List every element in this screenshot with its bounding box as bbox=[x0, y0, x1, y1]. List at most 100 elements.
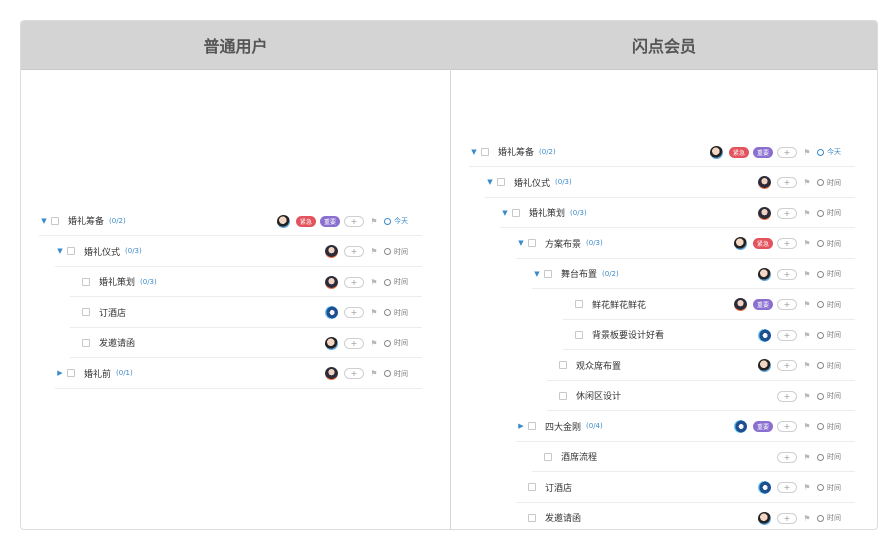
task-row[interactable]: 酒席流程 + ⚑ 时间 bbox=[532, 442, 855, 472]
add-tag-button[interactable]: + bbox=[344, 337, 364, 349]
task-checkbox[interactable] bbox=[528, 239, 536, 247]
assignee-avatar[interactable] bbox=[758, 511, 771, 525]
task-row[interactable]: ▼ 婚礼仪式 (0/3) + ⚑ 时间 bbox=[485, 168, 855, 198]
task-title[interactable]: 订酒店 bbox=[99, 306, 126, 319]
task-row[interactable]: 婚礼策划 (0/3) + ⚑ 时间 bbox=[70, 267, 422, 297]
task-checkbox[interactable] bbox=[82, 338, 90, 347]
task-checkbox[interactable] bbox=[559, 361, 567, 369]
task-title[interactable]: 四大金刚 bbox=[545, 420, 581, 433]
add-tag-button[interactable]: + bbox=[777, 421, 797, 432]
flag-icon[interactable]: ⚑ bbox=[370, 339, 378, 348]
add-tag-button[interactable]: + bbox=[344, 246, 364, 257]
due-date[interactable]: 时间 bbox=[384, 338, 422, 348]
due-date[interactable]: 时间 bbox=[384, 247, 422, 257]
flag-icon[interactable]: ⚑ bbox=[803, 422, 811, 431]
task-title[interactable]: 婚礼筹备 bbox=[68, 214, 104, 227]
task-title[interactable]: 婚礼策划 bbox=[529, 206, 565, 219]
assignee-avatar[interactable] bbox=[325, 336, 338, 350]
add-tag-button[interactable]: + bbox=[777, 146, 797, 158]
task-row[interactable]: 发邀请函 + ⚑ 时间 bbox=[516, 503, 855, 529]
due-date[interactable]: 时间 bbox=[817, 513, 855, 523]
task-checkbox[interactable] bbox=[559, 391, 567, 400]
add-tag-button[interactable]: + bbox=[777, 512, 797, 524]
add-tag-button[interactable]: + bbox=[344, 368, 364, 379]
flag-icon[interactable]: ⚑ bbox=[370, 308, 378, 317]
task-row[interactable]: 休闲区设计 + ⚑ 时间 bbox=[547, 381, 855, 411]
due-date[interactable]: 时间 bbox=[817, 391, 855, 401]
task-title[interactable]: 婚礼仪式 bbox=[84, 245, 120, 258]
add-tag-button[interactable]: + bbox=[777, 177, 797, 188]
expand-arrow-icon[interactable]: ▶ bbox=[516, 422, 526, 430]
task-title[interactable]: 婚礼筹备 bbox=[498, 145, 534, 158]
task-row[interactable]: ▶ 婚礼前 (0/1) + ⚑ 时间 bbox=[55, 359, 422, 389]
assignee-avatar[interactable] bbox=[325, 367, 338, 380]
task-title[interactable]: 鲜花鲜花鲜花 bbox=[592, 298, 646, 311]
urgent-badge[interactable]: 紧急 bbox=[728, 146, 749, 158]
task-title[interactable]: 休闲区设计 bbox=[576, 389, 621, 402]
assignee-avatar[interactable] bbox=[325, 275, 338, 289]
task-checkbox[interactable] bbox=[544, 452, 552, 461]
task-row[interactable]: ▼ 婚礼仪式 (0/3) + ⚑ 时间 bbox=[55, 237, 422, 267]
task-row[interactable]: ▼ 舞台布置 (0/2) + ⚑ 时间 bbox=[532, 259, 855, 289]
add-tag-button[interactable]: + bbox=[344, 215, 364, 227]
task-checkbox[interactable] bbox=[528, 483, 536, 491]
task-title[interactable]: 婚礼前 bbox=[84, 367, 111, 380]
add-tag-button[interactable]: + bbox=[777, 299, 797, 310]
important-badge[interactable]: 重要 bbox=[319, 215, 340, 227]
flag-icon[interactable]: ⚑ bbox=[803, 300, 811, 309]
task-checkbox[interactable] bbox=[82, 308, 90, 316]
due-date[interactable]: 时间 bbox=[384, 308, 422, 318]
due-date[interactable]: 今天 bbox=[384, 216, 422, 226]
task-checkbox[interactable] bbox=[575, 330, 583, 339]
flag-icon[interactable]: ⚑ bbox=[803, 178, 811, 187]
due-date[interactable]: 时间 bbox=[817, 452, 855, 462]
expand-arrow-icon[interactable]: ▶ bbox=[55, 369, 65, 377]
task-row[interactable]: 背景板要设计好看 + ⚑ 时间 bbox=[563, 320, 855, 350]
task-checkbox[interactable] bbox=[575, 300, 583, 308]
assignee-avatar[interactable] bbox=[733, 420, 747, 433]
task-title[interactable]: 订酒店 bbox=[545, 481, 572, 494]
task-row[interactable]: ▼ 方案布景 (0/3) 紧急 + ⚑ 时间 bbox=[516, 229, 855, 259]
due-date[interactable]: 时间 bbox=[817, 300, 855, 310]
add-tag-button[interactable]: + bbox=[777, 238, 797, 249]
task-row[interactable]: 发邀请函 + ⚑ 时间 bbox=[70, 328, 422, 358]
task-title[interactable]: 观众席布置 bbox=[576, 359, 621, 372]
due-date[interactable]: 时间 bbox=[817, 422, 855, 432]
flag-icon[interactable]: ⚑ bbox=[803, 453, 811, 462]
task-row[interactable]: ▼ 婚礼策划 (0/3) + ⚑ 时间 bbox=[500, 198, 855, 228]
task-title[interactable]: 背景板要设计好看 bbox=[592, 328, 664, 341]
due-date[interactable]: 时间 bbox=[817, 483, 855, 493]
due-date[interactable]: 时间 bbox=[817, 178, 855, 188]
flag-icon[interactable]: ⚑ bbox=[370, 247, 378, 256]
assignee-avatar[interactable] bbox=[325, 306, 338, 319]
due-date[interactable]: 时间 bbox=[384, 369, 422, 379]
collapse-arrow-icon[interactable]: ▼ bbox=[532, 270, 542, 278]
task-title[interactable]: 发邀请函 bbox=[99, 336, 135, 349]
assignee-avatar[interactable] bbox=[758, 359, 771, 372]
add-tag-button[interactable]: + bbox=[777, 482, 797, 493]
task-row[interactable]: 订酒店 + ⚑ 时间 bbox=[70, 298, 422, 328]
collapse-arrow-icon[interactable]: ▼ bbox=[39, 217, 49, 225]
add-tag-button[interactable]: + bbox=[344, 307, 364, 318]
due-date[interactable]: 时间 bbox=[817, 239, 855, 249]
flag-icon[interactable]: ⚑ bbox=[370, 369, 378, 378]
task-checkbox[interactable] bbox=[481, 147, 489, 156]
task-row[interactable]: ▶ 四大金刚 (0/4) 重要 + ⚑ 时间 bbox=[516, 412, 855, 442]
flag-icon[interactable]: ⚑ bbox=[803, 361, 811, 370]
important-badge[interactable]: 重要 bbox=[752, 421, 773, 432]
due-date[interactable]: 时间 bbox=[817, 361, 855, 371]
collapse-arrow-icon[interactable]: ▼ bbox=[485, 178, 495, 186]
due-date[interactable]: 时间 bbox=[817, 330, 855, 340]
assignee-avatar[interactable] bbox=[758, 267, 771, 281]
add-tag-button[interactable]: + bbox=[777, 390, 797, 402]
assignee-avatar[interactable] bbox=[325, 245, 338, 258]
flag-icon[interactable]: ⚑ bbox=[803, 148, 811, 157]
flag-icon[interactable]: ⚑ bbox=[803, 392, 811, 401]
task-row[interactable]: 观众席布置 + ⚑ 时间 bbox=[547, 351, 855, 381]
assignee-avatar[interactable] bbox=[758, 328, 771, 342]
urgent-badge[interactable]: 紧急 bbox=[295, 215, 316, 227]
collapse-arrow-icon[interactable]: ▼ bbox=[55, 247, 65, 255]
task-checkbox[interactable] bbox=[497, 178, 505, 186]
flag-icon[interactable]: ⚑ bbox=[803, 483, 811, 492]
add-tag-button[interactable]: + bbox=[777, 451, 797, 463]
